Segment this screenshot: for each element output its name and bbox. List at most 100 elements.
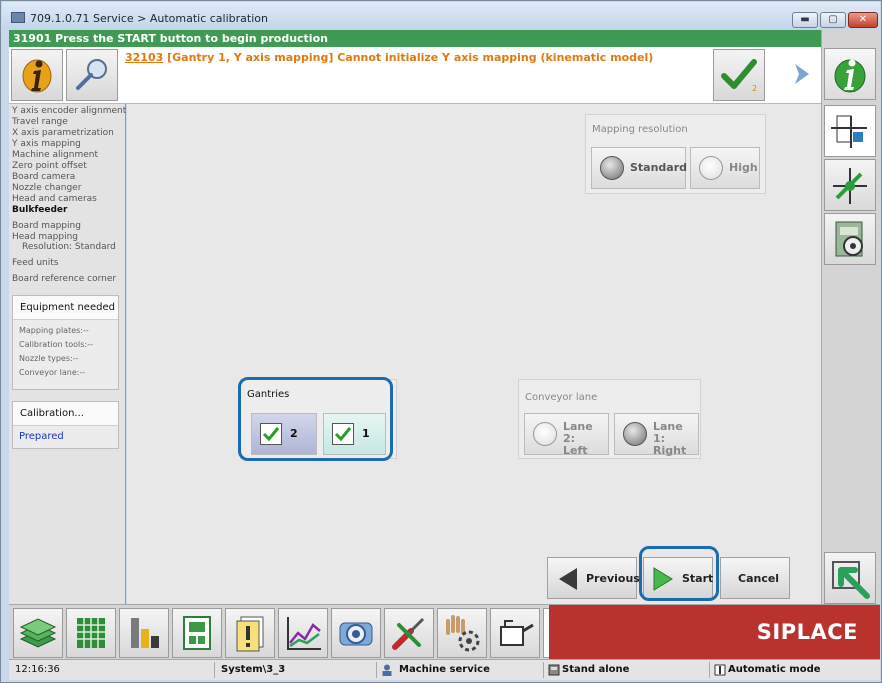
stack-button[interactable] (13, 608, 63, 658)
radio-selected-icon (623, 422, 647, 446)
help-button[interactable] (824, 48, 876, 100)
nav-item[interactable]: Y axis mapping (12, 139, 81, 149)
nav-item-detail: Resolution: Standard (22, 242, 116, 252)
status-machine-service: Machine service (376, 662, 541, 678)
error-code[interactable]: 32103 (125, 51, 163, 64)
nav-item[interactable]: Y axis encoder alignment (12, 106, 126, 116)
warning-document-icon (236, 616, 264, 652)
nav-item[interactable]: Feed units (12, 258, 58, 268)
nav-item[interactable]: Board camera (12, 172, 75, 182)
warning-log-button[interactable] (225, 608, 275, 658)
machine-settings-button[interactable] (824, 213, 876, 265)
machine-icon (548, 664, 560, 676)
mapping-resolution-title: Mapping resolution (592, 124, 688, 135)
bar-chart-button[interactable] (119, 608, 169, 658)
application-window: 709.1.0.71 Service > Automatic calibrati… (0, 0, 882, 683)
lane-option-label: Lane 2: Left (563, 420, 593, 457)
next-message-arrow-icon[interactable] (791, 61, 813, 87)
close-button[interactable]: ✕ (848, 12, 878, 28)
resolution-high-button[interactable]: High (690, 147, 760, 189)
nav-item[interactable]: X axis parametrization (12, 128, 114, 138)
nav-item[interactable]: Board reference corner (12, 274, 116, 284)
nav-item[interactable]: Machine alignment (12, 150, 98, 160)
maximize-button[interactable]: ▢ (820, 12, 846, 28)
title-bar: 709.1.0.71 Service > Automatic calibrati… (2, 2, 880, 30)
nav-item-active[interactable]: Bulkfeeder (12, 205, 67, 215)
trend-chart-button[interactable] (278, 608, 328, 658)
lane-2-left-button[interactable]: Lane 2: Left (524, 413, 609, 457)
camera-button[interactable] (331, 608, 381, 658)
screwdriver-icon (392, 617, 425, 650)
info-icon (22, 59, 52, 93)
window-title: 709.1.0.71 Service > Automatic calibrati… (30, 12, 268, 25)
error-text: [Gantry 1, Y axis mapping] Cannot initia… (163, 51, 654, 64)
equipment-line: Conveyor lane:-- (19, 368, 86, 377)
radio-unselected-icon (699, 156, 723, 180)
status-time: 12:16:36 (15, 664, 60, 675)
radio-unselected-icon (533, 422, 557, 446)
axis-alignment-button[interactable] (824, 159, 876, 211)
resolution-standard-button[interactable]: Standard (591, 147, 688, 189)
acknowledge-button[interactable]: 2 (713, 49, 765, 101)
nav-item[interactable]: Zero point offset (12, 161, 87, 171)
calibration-tool-button[interactable] (824, 105, 876, 157)
status-mode2: Stand alone (562, 664, 630, 675)
error-message[interactable]: 32103 [Gantry 1, Y axis mapping] Cannot … (125, 51, 653, 64)
status-system: System\3_3 (214, 662, 374, 678)
lane-1-right-button[interactable]: Lane 1: Right (614, 413, 699, 457)
resolution-option-label: Standard (630, 161, 688, 174)
lane-option-label: Lane 1: Right (653, 420, 687, 457)
nav-item[interactable]: Head mapping (12, 232, 78, 242)
brand-logo: SIPLACE (549, 605, 880, 660)
maintenance-button[interactable] (490, 608, 540, 658)
conveyor-lane-group: Conveyor lane Lane 2: Left Lane 1: Right (518, 379, 701, 459)
board-stack-icon (19, 618, 57, 648)
previous-arrow-icon (559, 568, 577, 590)
info-button[interactable] (11, 49, 63, 101)
cancel-button[interactable]: Cancel (720, 557, 790, 599)
circuit-board-button[interactable] (172, 608, 222, 658)
message-area: 32103 [Gantry 1, Y axis mapping] Cannot … (9, 47, 821, 104)
search-button[interactable] (66, 49, 118, 101)
resolution-option-label: High (729, 161, 758, 174)
exit-arrow-icon (832, 561, 870, 599)
trend-chart-icon (287, 617, 321, 650)
status-automatic-mode: Automatic mode (709, 662, 879, 678)
nav-item[interactable]: Head and cameras (12, 194, 97, 204)
instruction-bar: 31901 Press the START button to begin pr… (9, 30, 821, 47)
previous-button[interactable]: Previous (547, 557, 640, 599)
bottom-toolbar: SIPLACE (9, 604, 880, 660)
equipment-line: Mapping plates:-- (19, 326, 89, 335)
tools-button[interactable] (384, 608, 434, 658)
component-grid-icon (77, 618, 105, 648)
main-content: Mapping resolution Standard High Gantrie… (127, 104, 821, 604)
calibration-status: Prepared (19, 431, 64, 442)
cancel-label: Cancel (738, 572, 780, 585)
camera-lens-icon (339, 622, 373, 646)
nav-item[interactable]: Travel range (12, 117, 68, 127)
mapping-resolution-group: Mapping resolution Standard High (585, 114, 766, 194)
help-info-icon (834, 59, 866, 93)
nav-item[interactable]: Board mapping (12, 221, 81, 231)
gantry-calibration-icon (831, 115, 867, 148)
equipment-needed-box: Equipment needed Mapping plates:-- Calib… (12, 295, 119, 390)
minimize-button[interactable]: ▬ (792, 12, 818, 28)
handling-button[interactable] (437, 608, 487, 658)
status-bar: 12:16:36 System\3_3 Machine service Stan… (9, 659, 880, 680)
grid-button[interactable] (66, 608, 116, 658)
app-icon (11, 12, 25, 23)
previous-label: Previous (586, 572, 640, 585)
equipment-line: Nozzle types:-- (19, 354, 79, 363)
status-stand-alone: Stand alone (543, 662, 709, 678)
magnifier-icon (76, 59, 107, 90)
gantries-highlight (238, 377, 393, 461)
left-panel: Y axis encoder alignment Travel range X … (9, 104, 126, 604)
oil-can-icon (500, 620, 534, 646)
exit-button[interactable] (824, 552, 876, 604)
equipment-title: Equipment needed (13, 296, 118, 320)
calibration-title: Calibration... (13, 402, 118, 426)
nav-item[interactable]: Nozzle changer (12, 183, 81, 193)
circuit-board-icon (183, 616, 211, 650)
service-person-icon (382, 664, 392, 676)
hand-gear-icon (446, 615, 480, 652)
